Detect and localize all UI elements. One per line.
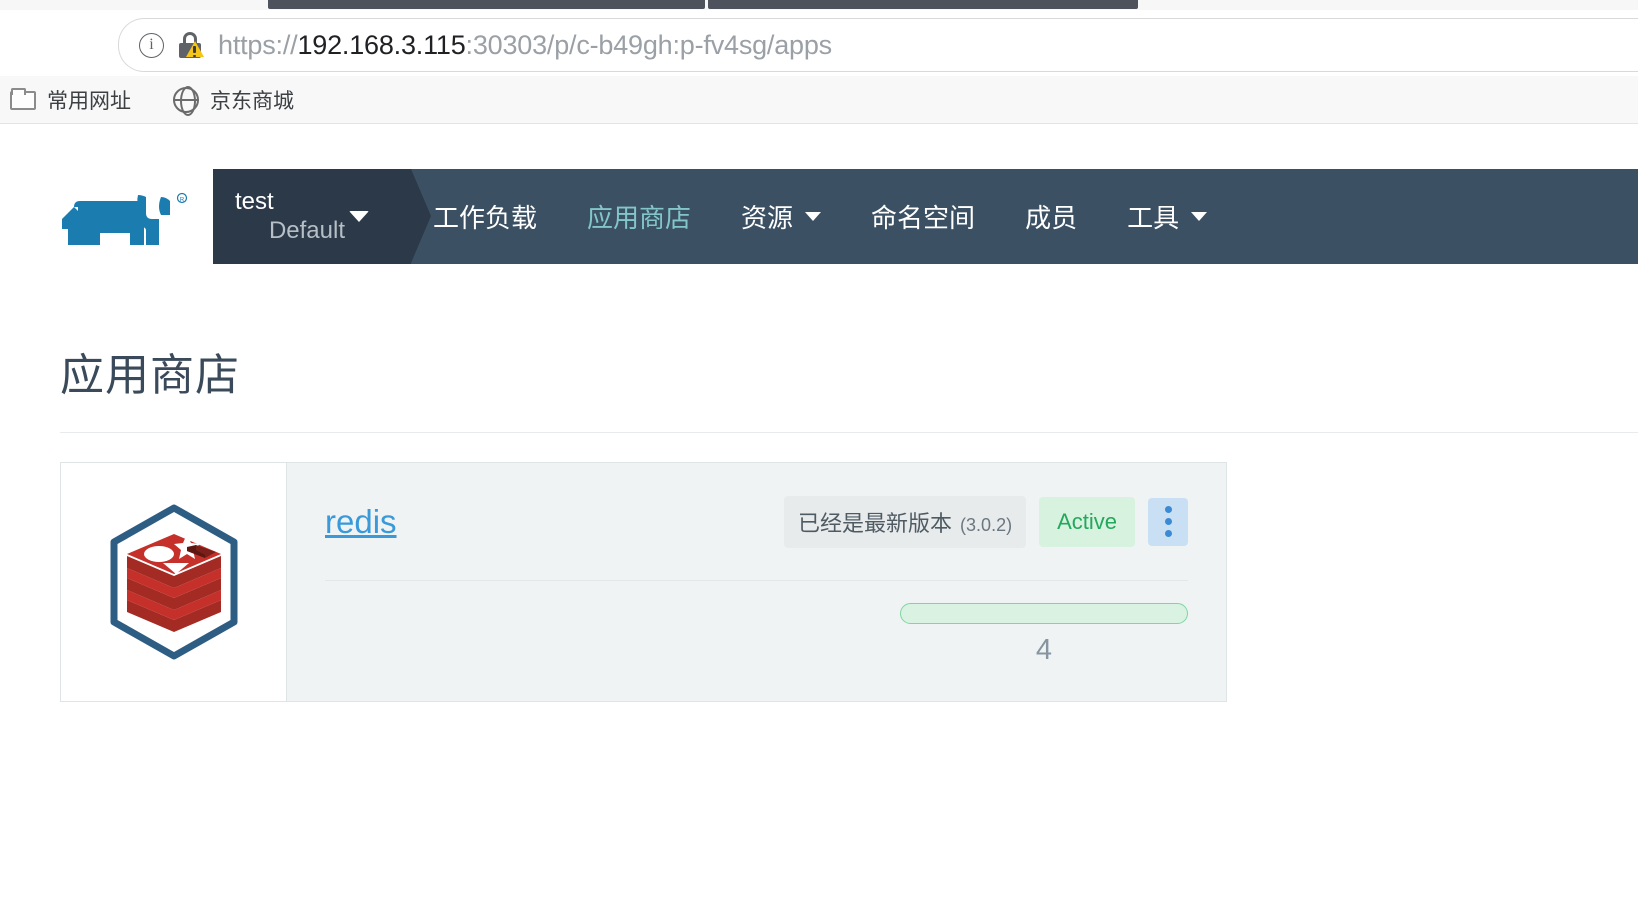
- lock-warning-icon[interactable]: [178, 31, 204, 59]
- address-bar[interactable]: i https://192.168.3.115:30303/p/c-b49gh:…: [118, 18, 1638, 72]
- nav-item-label: 应用商店: [587, 203, 692, 233]
- bookmark-item-folder[interactable]: 常用网址: [4, 82, 137, 118]
- nav-item-app-store[interactable]: 应用商店: [587, 198, 691, 235]
- url-path: :30303/p/c-b49gh:p-fv4sg/apps: [465, 29, 833, 60]
- nav-item-label: 资源: [741, 203, 794, 233]
- title-divider: [60, 432, 1638, 433]
- version-number: (3.0.2): [960, 514, 1013, 535]
- pod-progress-bar: [900, 603, 1188, 624]
- chevron-down-icon: [805, 212, 822, 221]
- page-title: 应用商店: [60, 351, 240, 400]
- nav-item-workloads[interactable]: 工作负载: [433, 198, 537, 235]
- project-name: Default: [268, 216, 345, 244]
- nav-item-label: 工作负载: [433, 203, 538, 233]
- redis-logo: [110, 504, 237, 660]
- chevron-down-icon[interactable]: [349, 211, 369, 222]
- url-host: 192.168.3.115: [297, 29, 466, 60]
- version-badge: 已经是最新版本 (3.0.2): [784, 495, 1027, 548]
- nav-item-label: 成员: [1025, 203, 1078, 233]
- cluster-selector[interactable]: test Default: [213, 169, 431, 264]
- svg-text:R: R: [180, 198, 185, 204]
- nav-item-namespaces[interactable]: 命名空间: [871, 198, 975, 235]
- nav-item-members[interactable]: 成员: [1025, 198, 1077, 235]
- app-name-link[interactable]: redis: [325, 503, 397, 541]
- nav-item-label: 命名空间: [871, 203, 976, 233]
- browser-tab[interactable]: [268, 0, 705, 9]
- app-card-header: redis 已经是最新版本 (3.0.2) Active: [325, 463, 1188, 581]
- globe-icon: [172, 86, 199, 117]
- cluster-selector-text: test Default: [213, 188, 349, 246]
- rancher-app: R test Default 工作负载 应用商店 资源 命名空间 成员 工具 应…: [0, 124, 1638, 908]
- browser-tab-strip: [0, 0, 1638, 10]
- info-circle-icon[interactable]: i: [139, 32, 164, 58]
- app-logo-panel: [61, 463, 287, 701]
- url-scheme: https://: [218, 29, 298, 60]
- kebab-menu-icon[interactable]: [1148, 497, 1188, 546]
- browser-toolbar: i https://192.168.3.115:30303/p/c-b49gh:…: [0, 10, 1638, 76]
- nav-items: 工作负载 应用商店 资源 命名空间 成员 工具: [433, 169, 1208, 264]
- bookmark-item-site[interactable]: 京东商城: [167, 82, 300, 118]
- nav-item-tools[interactable]: 工具: [1127, 198, 1208, 235]
- nav-notch: [411, 169, 431, 263]
- cluster-name: test: [235, 187, 274, 215]
- folder-icon: [10, 88, 36, 110]
- chevron-down-icon: [1191, 212, 1208, 221]
- rancher-logo[interactable]: R: [60, 185, 194, 247]
- bookmark-label: 京东商城: [210, 89, 294, 113]
- nav-item-label: 工具: [1127, 203, 1180, 233]
- nav-item-resources[interactable]: 资源: [741, 198, 822, 235]
- app-card-body: redis 已经是最新版本 (3.0.2) Active 4: [287, 463, 1226, 701]
- pod-count: 4: [1035, 634, 1053, 666]
- version-badge-text: 已经是最新版本: [798, 510, 953, 536]
- bookmarks-bar: 常用网址 京东商城: [0, 76, 1638, 124]
- app-card-actions: 已经是最新版本 (3.0.2) Active: [784, 495, 1188, 548]
- bookmark-label: 常用网址: [47, 89, 131, 113]
- main-navbar: R test Default 工作负载 应用商店 资源 命名空间 成员 工具: [0, 169, 1638, 264]
- browser-tab[interactable]: [708, 0, 1138, 9]
- status-badge: Active: [1039, 496, 1135, 547]
- app-card-redis[interactable]: redis 已经是最新版本 (3.0.2) Active 4: [60, 462, 1227, 702]
- url-text: https://192.168.3.115:30303/p/c-b49gh:p-…: [218, 30, 832, 61]
- app-progress-zone: 4: [325, 603, 1188, 667]
